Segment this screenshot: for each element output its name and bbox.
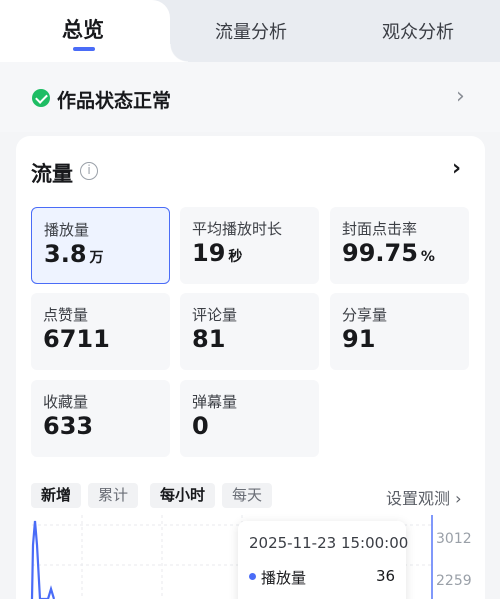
metric-label: 播放量 xyxy=(44,221,90,239)
tab-bar: 总览 流量分析 观众分析 xyxy=(0,0,500,62)
chevron-right-icon[interactable]: › xyxy=(452,156,461,181)
tab-traffic-analysis[interactable]: 流量分析 xyxy=(215,18,287,44)
metric-danmaku[interactable]: 弹幕量 0 xyxy=(180,380,319,457)
metric-unit: % xyxy=(420,249,435,265)
metric-value: 0 xyxy=(192,412,209,440)
tab-audience-analysis[interactable]: 观众分析 xyxy=(382,18,454,44)
chart-tooltip: 2025-11-23 15:00:00 播放量 36 xyxy=(238,521,409,599)
work-status-row[interactable]: 作品状态正常 › xyxy=(0,62,500,132)
tab-overview[interactable]: 总览 xyxy=(62,14,104,44)
metric-shares[interactable]: 分享量 91 xyxy=(330,293,469,370)
observation-settings-link[interactable]: 设置观测 › xyxy=(386,485,462,509)
metric-label: 点赞量 xyxy=(43,306,89,324)
metric-favorites[interactable]: 收藏量 633 xyxy=(31,380,170,457)
metric-cover-ctr[interactable]: 封面点击率 99.75% xyxy=(330,207,469,284)
metric-comments[interactable]: 评论量 81 xyxy=(180,293,319,370)
tooltip-time: 2025-11-23 15:00:00 xyxy=(249,534,409,552)
work-status-text: 作品状态正常 xyxy=(57,90,172,112)
metric-label: 平均播放时长 xyxy=(192,220,283,238)
tooltip-value: 36 xyxy=(376,567,396,585)
metric-value: 19 秒 xyxy=(192,239,243,267)
metric-label: 封面点击率 xyxy=(342,220,418,238)
series-line-plays xyxy=(30,520,56,599)
series-dot-icon xyxy=(249,573,256,580)
metric-label: 分享量 xyxy=(342,306,388,324)
metric-value: 81 xyxy=(192,325,226,353)
metric-likes[interactable]: 点赞量 6711 xyxy=(31,293,170,370)
info-icon[interactable]: i xyxy=(80,162,98,180)
metric-value: 6711 xyxy=(43,325,110,353)
chevron-right-icon[interactable]: › xyxy=(456,84,465,109)
check-circle-icon xyxy=(32,89,50,107)
filter-new[interactable]: 新增 xyxy=(31,483,82,508)
filter-cumulative[interactable]: 累计 xyxy=(88,483,139,508)
filter-hourly[interactable]: 每小时 xyxy=(150,483,216,508)
metric-value: 3.8 万 xyxy=(44,240,104,268)
filter-daily[interactable]: 每天 xyxy=(222,483,273,508)
metric-label: 收藏量 xyxy=(43,393,89,411)
metric-unit: 万 xyxy=(89,250,104,266)
metric-label: 弹幕量 xyxy=(192,393,238,411)
metric-value: 99.75% xyxy=(342,239,435,267)
metric-value: 91 xyxy=(342,325,376,353)
tab-active-indicator xyxy=(73,47,95,51)
metric-avg-play-time[interactable]: 平均播放时长 19 秒 xyxy=(180,207,319,284)
traffic-title: 流量 xyxy=(31,162,73,186)
y-tick-label: 2259 xyxy=(436,573,472,589)
metric-label: 评论量 xyxy=(192,306,238,324)
metric-unit: 秒 xyxy=(228,249,243,265)
metric-plays[interactable]: 播放量 3.8 万 xyxy=(31,207,170,284)
metric-value: 633 xyxy=(43,412,94,440)
tooltip-series-name: 播放量 xyxy=(261,569,307,587)
y-tick-label: 3012 xyxy=(436,531,472,547)
